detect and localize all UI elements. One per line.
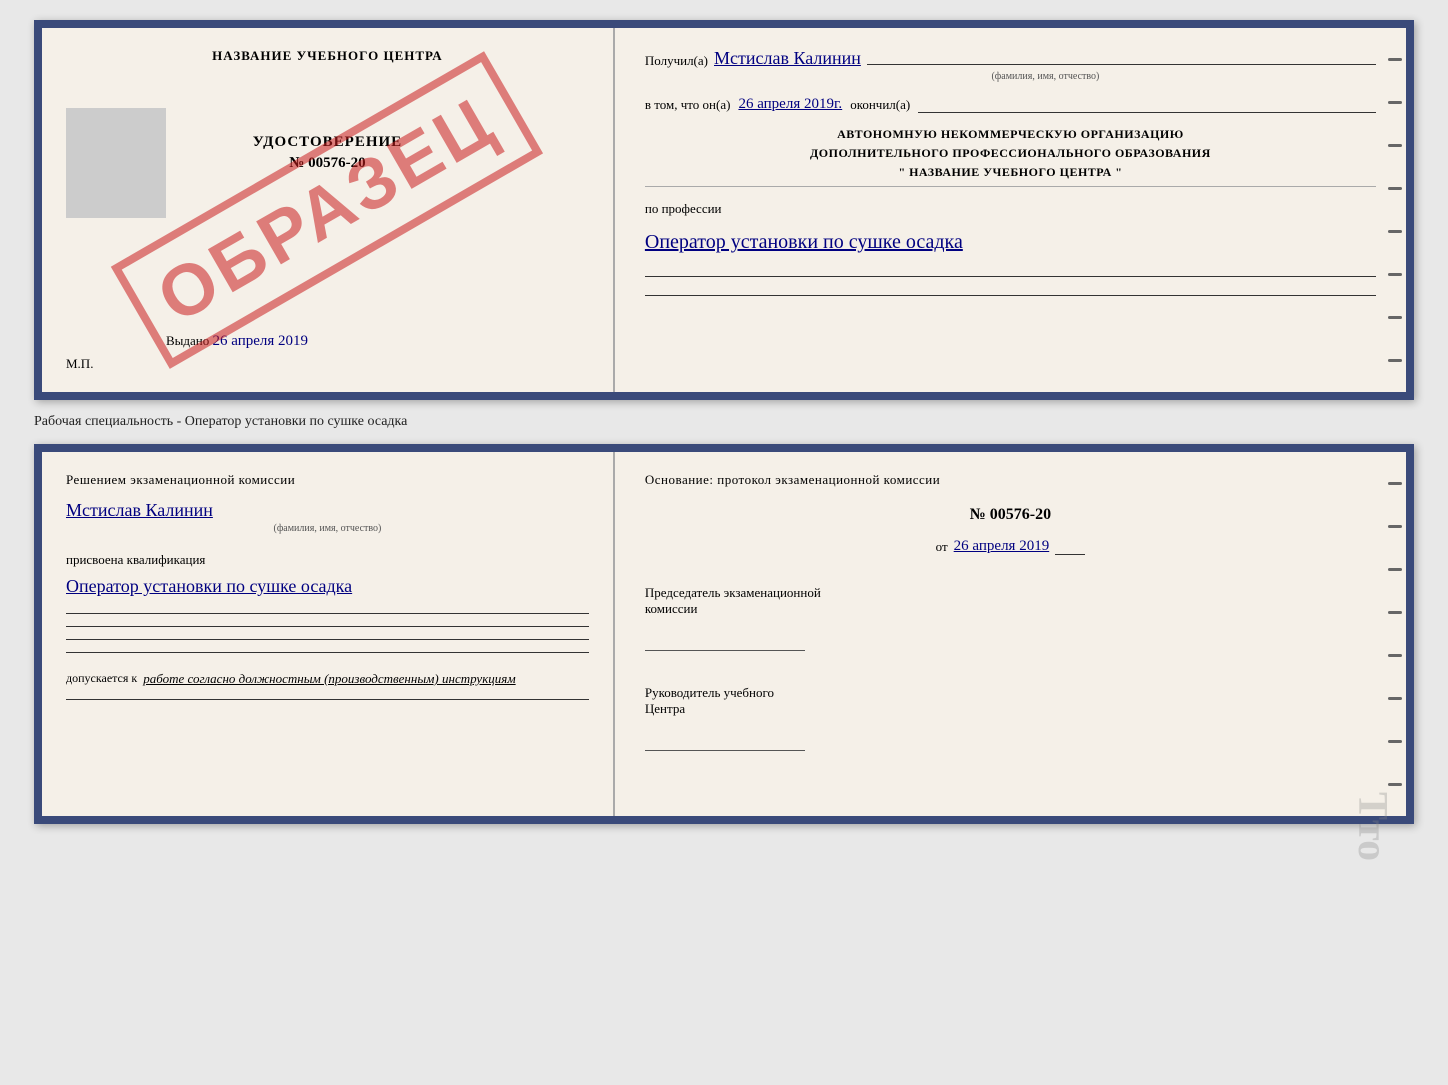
basis-label: Основание: протокол экзаменационной коми… [645, 472, 1376, 488]
allowed-row: допускается к работе согласно должностны… [66, 671, 589, 687]
cert-top-title: НАЗВАНИЕ УЧЕБНОГО ЦЕНТРА [212, 48, 443, 64]
spine-mark [1388, 273, 1402, 276]
cert-top-right: Получил(а) Мстислав Калинин (фамилия, им… [615, 28, 1406, 392]
spine-mark [1388, 144, 1402, 147]
spine-mark [1388, 101, 1402, 104]
cert2-name-sublabel: (фамилия, имя, отчество) [66, 523, 589, 534]
org-line3: " НАЗВАНИЕ УЧЕБНОГО ЦЕНТРА " [645, 165, 1376, 180]
photo-placeholder [66, 108, 166, 218]
head-label-2: Центра [645, 701, 1376, 717]
specialty-label: Рабочая специальность - Оператор установ… [34, 410, 1414, 434]
in-that-date: 26 апреля 2019г. [738, 96, 842, 113]
spine-mark [1388, 568, 1402, 571]
assigned-label: присвоена квалификация [66, 552, 589, 568]
tto-watermark: Тто [1348, 792, 1396, 861]
spine-marks-bottom [1388, 452, 1406, 816]
received-prefix: Получил(а) [645, 53, 708, 69]
cert-bottom-right: Основание: протокол экзаменационной коми… [615, 452, 1406, 816]
issued-label: Выдано [166, 333, 209, 348]
spine-mark [1388, 187, 1402, 190]
allowed-prefix: допускается к [66, 671, 137, 687]
cert-bottom-left: Решением экзаменационной комиссии Мстисл… [42, 452, 615, 816]
spine-mark [1388, 783, 1402, 786]
cert2-sep-3 [66, 639, 589, 640]
document-container: НАЗВАНИЕ УЧЕБНОГО ЦЕНТРА ОБРАЗЕЦ УДОСТОВ… [34, 20, 1414, 824]
chairman-label-2: комиссии [645, 601, 1376, 617]
chairman-label-1: Председатель экзаменационной [645, 585, 1376, 601]
spine-mark [1388, 359, 1402, 362]
profession-value: Оператор установки по сушке осадка [645, 231, 1376, 258]
profession-prefix: по профессии [645, 201, 1376, 217]
cert2-qualification: Оператор установки по сушке осадка [66, 576, 589, 601]
decision-line: Решением экзаменационной комиссии [66, 472, 589, 488]
spine-mark [1388, 654, 1402, 657]
mp-label: М.П. [66, 356, 93, 372]
date-prefix: от [936, 539, 948, 555]
sep-2 [645, 295, 1376, 296]
name-sublabel-1: (фамилия, имя, отчество) [645, 71, 1376, 82]
chairman-label: Председатель экзаменационной комиссии [645, 585, 1376, 617]
spine-marks-top [1388, 28, 1406, 392]
head-label-1: Руководитель учебного [645, 685, 1376, 701]
org-line2: ДОПОЛНИТЕЛЬНОГО ПРОФЕССИОНАЛЬНОГО ОБРАЗО… [645, 146, 1376, 161]
recipient-name: Мстислав Калинин [714, 48, 861, 69]
cert-doc-number: № 00576-20 [289, 155, 365, 172]
finished-label: окончил(а) [850, 97, 910, 113]
chairman-signature [645, 631, 805, 651]
cert2-sep-2 [66, 626, 589, 627]
org-line1: АВТОНОМНУЮ НЕКОММЕРЧЕСКУЮ ОРГАНИЗАЦИЮ [645, 127, 1376, 142]
cert-doc-title: УДОСТОВЕРЕНИЕ [253, 134, 403, 151]
allowed-text: работе согласно должностным (производств… [143, 671, 515, 687]
cert-issued: Выдано 26 апреля 2019 [66, 313, 308, 350]
spine-mark [1388, 525, 1402, 528]
spine-mark [1388, 740, 1402, 743]
spine-mark [1388, 697, 1402, 700]
cert2-sep-4 [66, 652, 589, 653]
cert2-sep-5 [66, 699, 589, 700]
spine-mark [1388, 58, 1402, 61]
spine-mark [1388, 611, 1402, 614]
cert2-date: 26 апреля 2019 [954, 538, 1050, 555]
issued-date: 26 апреля 2019 [213, 333, 309, 349]
cert-top-left: НАЗВАНИЕ УЧЕБНОГО ЦЕНТРА ОБРАЗЕЦ УДОСТОВ… [42, 28, 615, 392]
in-that-prefix: в том, что он(а) [645, 97, 731, 113]
certificate-bottom: Решением экзаменационной комиссии Мстисл… [34, 444, 1414, 824]
cert2-person-name: Мстислав Калинин [66, 500, 589, 521]
protocol-number: № 00576-20 [645, 506, 1376, 524]
sep-1 [645, 276, 1376, 277]
cert2-sep-1 [66, 613, 589, 614]
head-label: Руководитель учебного Центра [645, 685, 1376, 717]
spine-mark [1388, 316, 1402, 319]
spine-mark [1388, 230, 1402, 233]
certificate-top: НАЗВАНИЕ УЧЕБНОГО ЦЕНТРА ОБРАЗЕЦ УДОСТОВ… [34, 20, 1414, 400]
head-signature [645, 731, 805, 751]
spine-mark [1388, 482, 1402, 485]
